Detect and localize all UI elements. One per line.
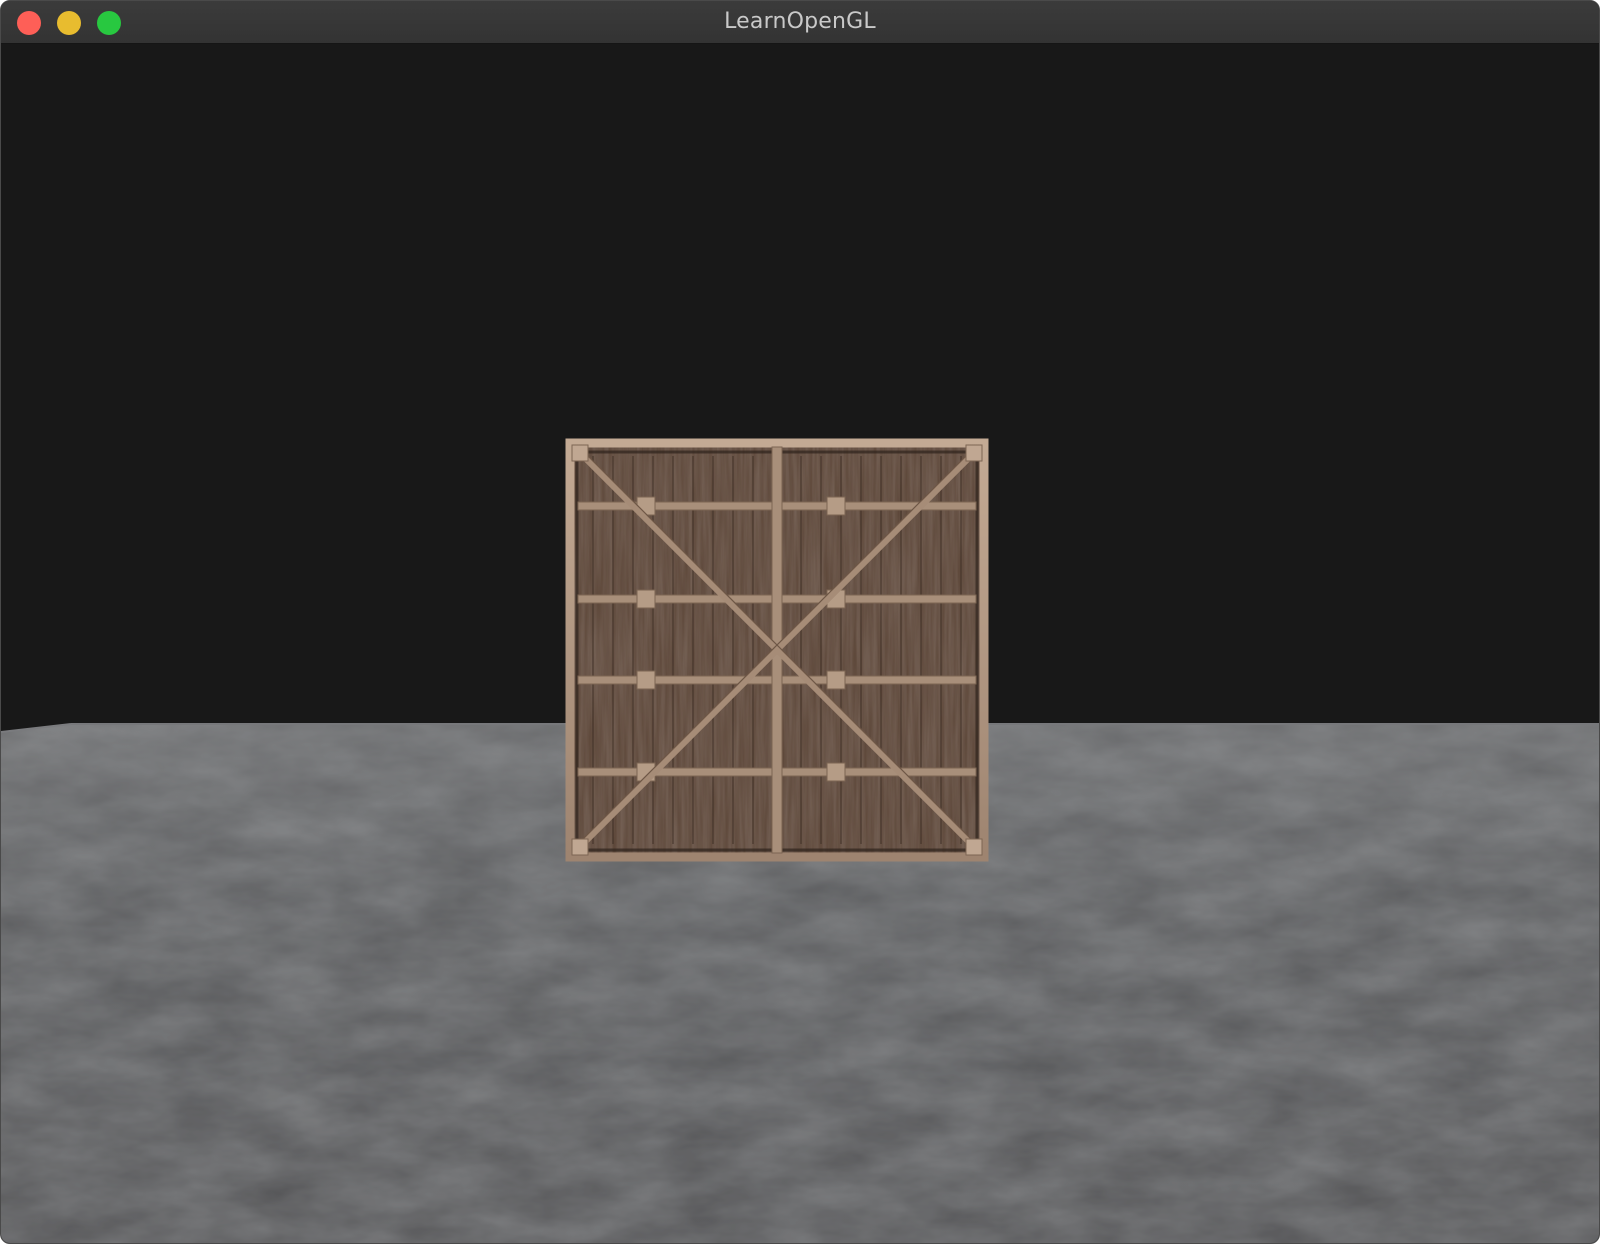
title-bar[interactable]: LearnOpenGL (1, 1, 1599, 44)
opengl-viewport[interactable] (1, 44, 1599, 1243)
window-title: LearnOpenGL (724, 9, 876, 34)
app-window: LearnOpenGL (0, 0, 1600, 1244)
rendered-scene (1, 438, 1599, 1243)
wooden-crate (565, 438, 989, 862)
